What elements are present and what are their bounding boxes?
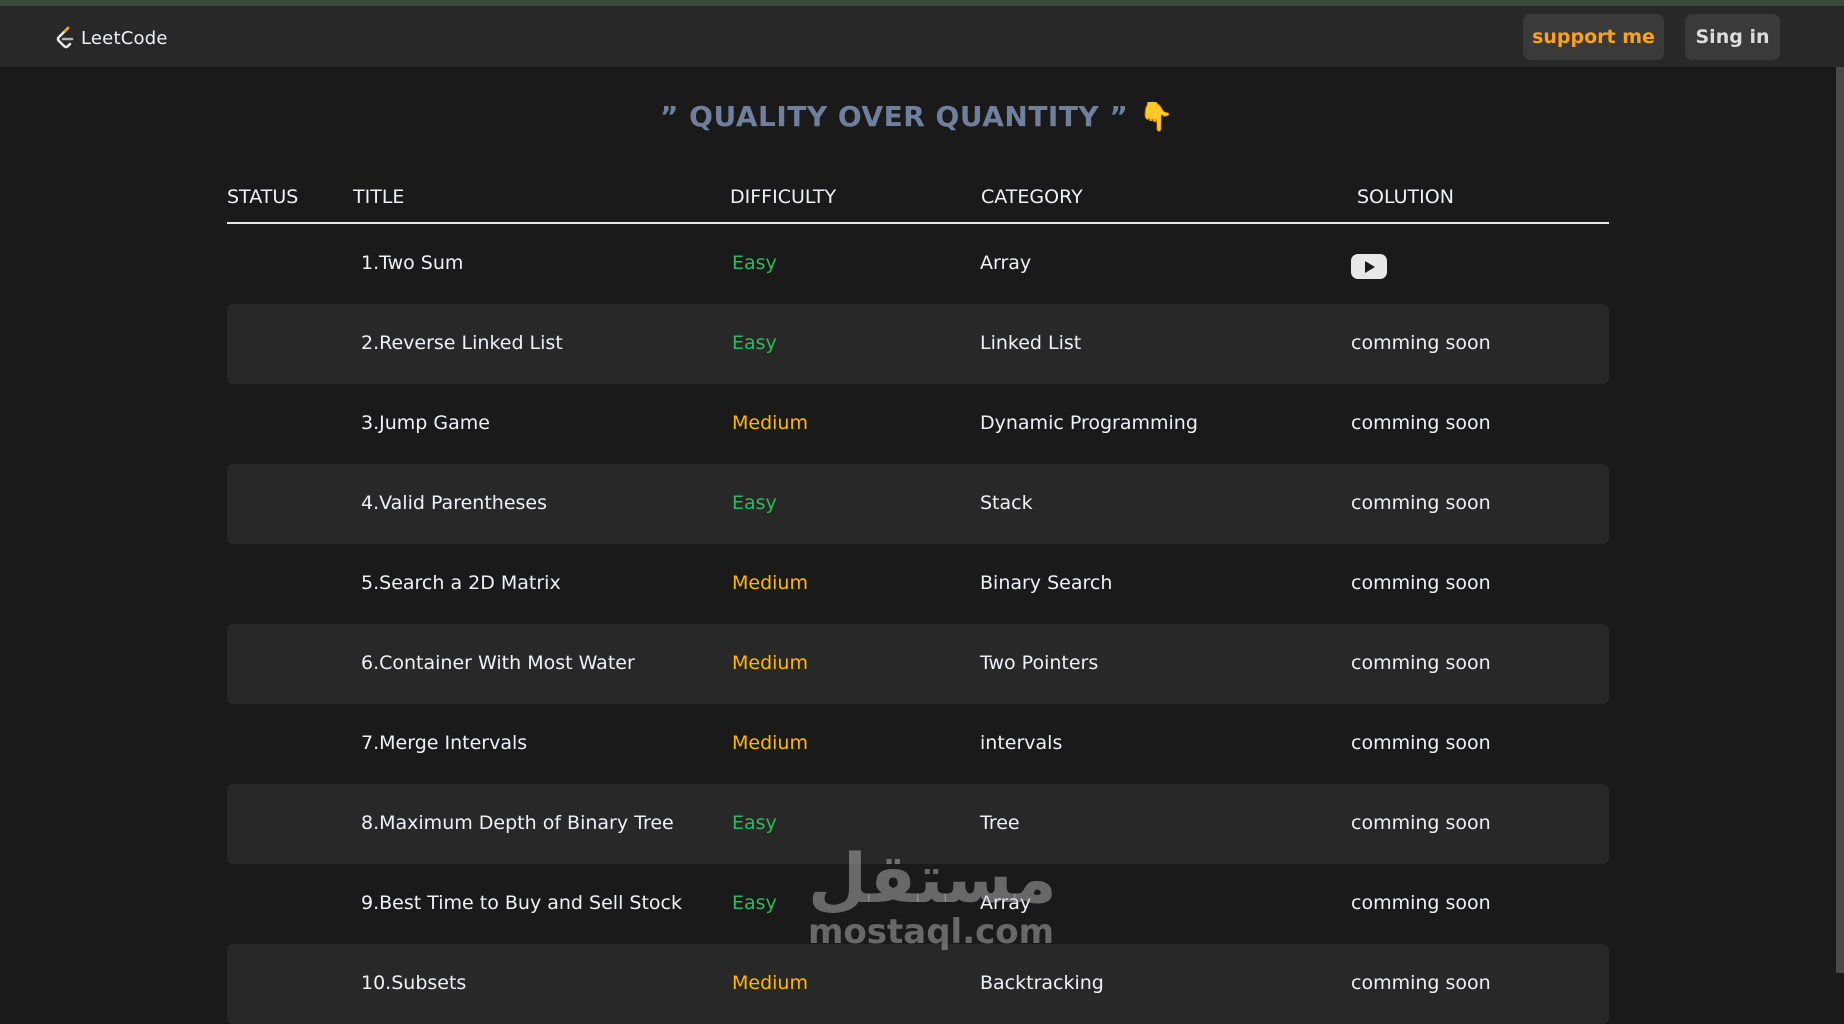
category-label: Two Pointers: [980, 652, 1099, 674]
difficulty-label: Easy: [732, 252, 777, 274]
problem-title-link[interactable]: 7.Merge Intervals: [361, 732, 527, 754]
difficulty-label: Easy: [732, 892, 777, 914]
solution-label: comming soon: [1351, 332, 1491, 354]
problem-title-link[interactable]: 2.Reverse Linked List: [361, 332, 563, 354]
difficulty-label: Medium: [732, 732, 808, 754]
category-label: intervals: [980, 732, 1063, 754]
quote-text: ” QUALITY OVER QUANTITY ”: [660, 100, 1129, 133]
pointing-down-icon: 👇: [1138, 100, 1174, 133]
problem-title-link[interactable]: 10.Subsets: [361, 972, 466, 994]
solution-label: comming soon: [1351, 892, 1491, 914]
solution-label: comming soon: [1351, 972, 1491, 994]
table-row: 3.Jump Game Medium Dynamic Programming c…: [227, 384, 1609, 464]
table-row: 4.Valid Parentheses Easy Stack comming s…: [227, 464, 1609, 544]
header-status: STATUS: [227, 186, 299, 208]
category-label: Tree: [980, 812, 1020, 834]
problems-table: STATUS TITLE DIFFICULTY CATEGORY SOLUTIO…: [227, 180, 1609, 1024]
problem-title-link[interactable]: 1.Two Sum: [361, 252, 463, 274]
table-row: 7.Merge Intervals Medium intervals commi…: [227, 704, 1609, 784]
difficulty-label: Medium: [732, 652, 808, 674]
solution-label: comming soon: [1351, 572, 1491, 594]
solution-label: comming soon: [1351, 492, 1491, 514]
page-quote: ” QUALITY OVER QUANTITY ” 👇: [0, 100, 1834, 133]
table-row: 1.Two Sum Easy Array: [227, 224, 1609, 304]
navbar: LeetCode support me Sing in: [0, 6, 1844, 67]
category-label: Dynamic Programming: [980, 412, 1198, 434]
support-me-button[interactable]: support me: [1523, 14, 1664, 60]
solution-label: comming soon: [1351, 412, 1491, 434]
header-difficulty: DIFFICULTY: [730, 186, 837, 208]
problem-title-link[interactable]: 9.Best Time to Buy and Sell Stock: [361, 892, 682, 914]
scrollbar[interactable]: [1836, 67, 1844, 973]
problem-title-link[interactable]: 5.Search a 2D Matrix: [361, 572, 561, 594]
table-row: 9.Best Time to Buy and Sell Stock Easy A…: [227, 864, 1609, 944]
solution-label: comming soon: [1351, 652, 1491, 674]
problem-title-link[interactable]: 6.Container With Most Water: [361, 652, 635, 674]
problem-title-link[interactable]: 8.Maximum Depth of Binary Tree: [361, 812, 674, 834]
leetcode-logo-icon: [56, 26, 74, 49]
table-row: 2.Reverse Linked List Easy Linked List c…: [227, 304, 1609, 384]
difficulty-label: Easy: [732, 492, 777, 514]
category-label: Array: [980, 252, 1032, 274]
difficulty-label: Easy: [732, 332, 777, 354]
table-row: 6.Container With Most Water Medium Two P…: [227, 624, 1609, 704]
sign-in-button[interactable]: Sing in: [1685, 14, 1780, 60]
youtube-icon[interactable]: [1351, 254, 1387, 279]
problem-title-link[interactable]: 3.Jump Game: [361, 412, 490, 434]
header-title: TITLE: [353, 186, 405, 208]
table-row: 8.Maximum Depth of Binary Tree Easy Tree…: [227, 784, 1609, 864]
difficulty-label: Medium: [732, 972, 808, 994]
category-label: Backtracking: [980, 972, 1104, 994]
logo[interactable]: LeetCode: [55, 26, 168, 50]
table-header: STATUS TITLE DIFFICULTY CATEGORY SOLUTIO…: [227, 180, 1609, 224]
logo-text: LeetCode: [81, 27, 168, 49]
difficulty-label: Medium: [732, 412, 808, 434]
problem-title-link[interactable]: 4.Valid Parentheses: [361, 492, 547, 514]
table-row: 10.Subsets Medium Backtracking comming s…: [227, 944, 1609, 1024]
category-label: Binary Search: [980, 572, 1113, 594]
solution-label: comming soon: [1351, 812, 1491, 834]
category-label: Stack: [980, 492, 1033, 514]
solution-label: comming soon: [1351, 732, 1491, 754]
category-label: Array: [980, 892, 1032, 914]
category-label: Linked List: [980, 332, 1082, 354]
difficulty-label: Medium: [732, 572, 808, 594]
table-row: 5.Search a 2D Matrix Medium Binary Searc…: [227, 544, 1609, 624]
header-solution: SOLUTION: [1357, 186, 1454, 208]
difficulty-label: Easy: [732, 812, 777, 834]
header-category: CATEGORY: [981, 186, 1083, 208]
